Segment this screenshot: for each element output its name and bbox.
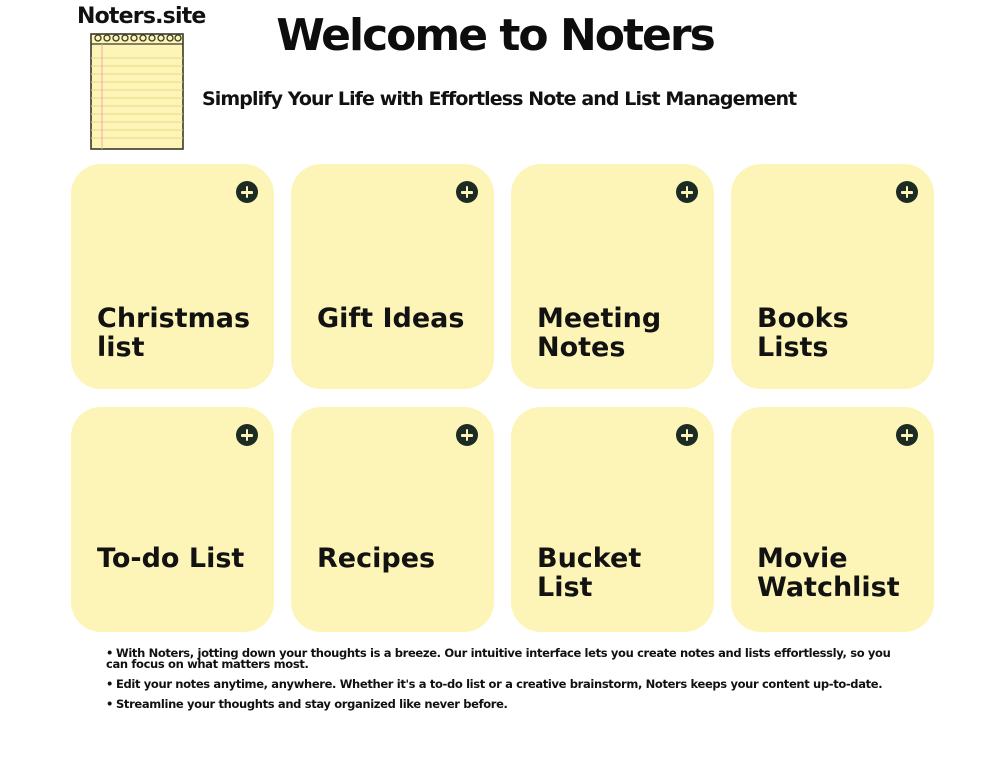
card-label: Recipes bbox=[317, 543, 436, 574]
plus-circle-icon[interactable] bbox=[456, 181, 478, 203]
page-title: Welcome to Noters bbox=[276, 10, 716, 61]
card-label: Books Lists bbox=[757, 303, 849, 363]
plus-circle-icon[interactable] bbox=[896, 424, 918, 446]
card-movie-watchlist[interactable]: Movie Watchlist bbox=[731, 407, 934, 632]
bullet-icon: • bbox=[106, 697, 114, 711]
card-christmas-list[interactable]: Christmas list bbox=[71, 164, 274, 389]
card-meeting-notes[interactable]: Meeting Notes bbox=[511, 164, 714, 389]
plus-circle-icon[interactable] bbox=[456, 424, 478, 446]
card-label: Meeting Notes bbox=[537, 303, 662, 363]
list-item: • Streamline your thoughts and stay organ… bbox=[106, 697, 906, 711]
list-item-text: With Noters, jotting down your thoughts … bbox=[106, 646, 891, 671]
card-label: Bucket List bbox=[537, 543, 642, 603]
card-bucket-list[interactable]: Bucket List bbox=[511, 407, 714, 632]
list-item-text: Edit your notes anytime, anywhere. Wheth… bbox=[116, 677, 883, 691]
plus-circle-icon[interactable] bbox=[896, 181, 918, 203]
plus-circle-icon[interactable] bbox=[236, 181, 258, 203]
card-grid: Christmas list Gift Ideas Meeting Notes … bbox=[71, 164, 934, 632]
card-books-lists[interactable]: Books Lists bbox=[731, 164, 934, 389]
plus-circle-icon[interactable] bbox=[676, 181, 698, 203]
bullet-icon: • bbox=[106, 677, 114, 691]
list-item: • With Noters, jotting down your thoughts… bbox=[106, 646, 906, 671]
plus-circle-icon[interactable] bbox=[676, 424, 698, 446]
card-label: Gift Ideas bbox=[317, 303, 465, 334]
card-label: To-do List bbox=[97, 543, 245, 574]
list-item: • Edit your notes anytime, anywhere. Whet… bbox=[106, 677, 906, 691]
page-subtitle: Simplify Your Life with Effortless Note … bbox=[202, 88, 797, 110]
card-recipes[interactable]: Recipes bbox=[291, 407, 494, 632]
feature-list: • With Noters, jotting down your thoughts… bbox=[106, 646, 906, 719]
card-gift-ideas[interactable]: Gift Ideas bbox=[291, 164, 494, 389]
card-to-do-list[interactable]: To-do List bbox=[71, 407, 274, 632]
card-label: Movie Watchlist bbox=[757, 543, 900, 603]
list-item-text: Streamline your thoughts and stay organi… bbox=[116, 697, 508, 711]
card-label: Christmas list bbox=[97, 303, 251, 363]
plus-circle-icon[interactable] bbox=[236, 424, 258, 446]
